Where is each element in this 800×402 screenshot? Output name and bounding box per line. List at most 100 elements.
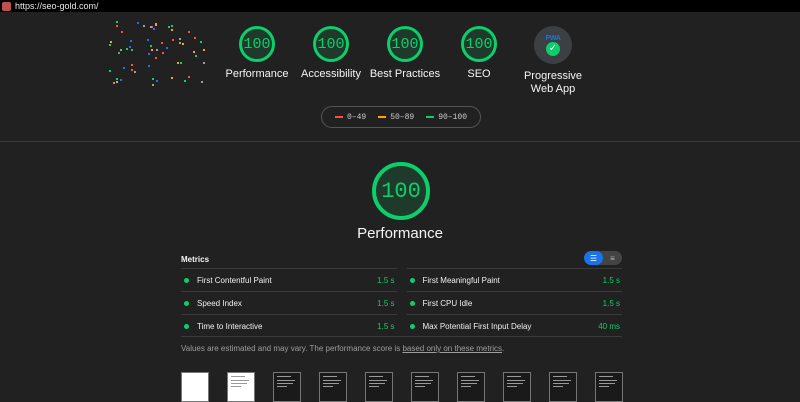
- score-ring: 100: [239, 26, 275, 62]
- checkmark-icon: ✓: [546, 41, 560, 56]
- compact-view-icon[interactable]: ☰: [584, 251, 603, 265]
- pass-dot-icon: [184, 323, 189, 329]
- frame-line: [461, 380, 479, 381]
- frame-line: [323, 383, 339, 384]
- gauge-best-practices[interactable]: 100 Best Practices: [368, 26, 442, 96]
- decorative-dot: [115, 81, 118, 84]
- decorative-dot: [171, 77, 174, 80]
- decorative-dot: [155, 48, 158, 51]
- decorative-dot: [130, 64, 133, 67]
- decorative-dot: [130, 39, 133, 42]
- gauge-performance[interactable]: 100 Performance: [220, 26, 294, 96]
- metric-name: First CPU Idle: [422, 298, 473, 308]
- filmstrip-frame: [273, 372, 301, 402]
- decorative-dot: [176, 62, 179, 65]
- metric-row: First CPU Idle 1.5 s: [406, 291, 622, 314]
- pass-dot-icon: [184, 277, 189, 283]
- legend-range: 0–49: [346, 112, 367, 122]
- gauge-seo[interactable]: 100 SEO: [442, 26, 516, 96]
- score-ring: 100: [387, 26, 423, 62]
- pass-dot-icon: [409, 277, 415, 283]
- decorative-dot: [155, 79, 158, 82]
- frame-line: [415, 386, 425, 387]
- address-bar: https://seo-gold.com/: [0, 0, 800, 12]
- metrics-view-toggle[interactable]: ☰ ≡: [584, 251, 622, 265]
- decorative-dot: [115, 21, 118, 24]
- pwa-logo: PWA: [545, 34, 561, 42]
- gauge-label: Performance: [225, 68, 289, 80]
- metric-row: Speed Index 1.5 s: [181, 291, 397, 314]
- decorative-dot: [187, 31, 190, 34]
- note-text-end: .: [502, 344, 505, 353]
- decorative-dot: [108, 69, 111, 72]
- metric-name: Max Potential First Input Delay: [422, 321, 532, 331]
- pass-dot-icon: [409, 323, 415, 329]
- pass-dot-icon: [409, 300, 415, 306]
- pass-dot-icon: [184, 300, 189, 306]
- decorative-dot: [151, 77, 154, 80]
- performance-score-ring: 100: [372, 162, 430, 220]
- pwa-badge: PWA ✓: [534, 26, 572, 64]
- decorative-dot: [147, 52, 150, 55]
- metric-value: 1.5 s: [377, 321, 395, 331]
- decorative-dot: [128, 45, 131, 48]
- decorative-dot: [182, 43, 185, 46]
- frame-line: [461, 386, 471, 387]
- filmstrip: [181, 372, 623, 402]
- decorative-dot: [150, 44, 153, 47]
- gauge-label: Best Practices: [369, 68, 441, 80]
- metrics-table: First Contentful Paint 1.5 s First Meani…: [181, 268, 622, 337]
- note-text: Values are estimated and may vary. The p…: [181, 344, 403, 353]
- metrics-divider: [181, 336, 622, 337]
- frame-line: [323, 386, 333, 387]
- legend-pass-bar: [426, 116, 435, 118]
- decorative-dot: [183, 80, 186, 83]
- gauge-accessibility[interactable]: 100 Accessibility: [294, 26, 368, 96]
- metric-name: First Contentful Paint: [197, 275, 272, 285]
- decorative-dot: [150, 25, 153, 28]
- metrics-info-link[interactable]: based only on these metrics: [402, 344, 502, 353]
- site-favicon-icon: [2, 1, 11, 11]
- decorative-dot: [192, 51, 195, 54]
- frame-line: [599, 383, 615, 384]
- category-gauges: 100 Performance 100 Accessibility 100 Be…: [220, 26, 590, 96]
- frame-line: [507, 383, 523, 384]
- frame-line: [553, 386, 563, 387]
- decorative-dot: [131, 49, 134, 52]
- filmstrip-frame: [411, 372, 439, 402]
- expanded-view-icon[interactable]: ≡: [603, 251, 622, 265]
- page-url[interactable]: https://seo-gold.com/: [15, 1, 99, 11]
- decorative-dot: [112, 81, 115, 84]
- gauge-label: SEO: [467, 68, 491, 80]
- decorative-dot: [130, 69, 133, 72]
- frame-line: [461, 383, 477, 384]
- metric-name: First Meaningful Paint: [422, 275, 500, 285]
- filmstrip-frame: [503, 372, 531, 402]
- legend-fail: 0–49: [334, 112, 367, 122]
- score-ring: 100: [461, 26, 497, 62]
- metric-value: 1.5 s: [377, 275, 395, 285]
- metric-row: Max Potential First Input Delay 40 ms: [406, 314, 622, 337]
- frame-line: [323, 380, 341, 381]
- metrics-note: Values are estimated and may vary. The p…: [181, 344, 504, 353]
- decorative-dot: [161, 52, 164, 55]
- frame-line: [277, 376, 291, 377]
- decorative-dot: [154, 24, 157, 27]
- metric-value: 1.5 s: [377, 298, 395, 308]
- metric-row: Time to Interactive 1.5 s: [181, 314, 397, 337]
- frame-line: [231, 376, 245, 377]
- filmstrip-frame: [595, 372, 623, 402]
- gauge-pwa[interactable]: PWA ✓ Progressive Web App: [516, 26, 590, 96]
- gauge-label: Progressive Web App: [524, 70, 582, 96]
- frame-line: [277, 380, 295, 381]
- frame-line: [231, 383, 247, 384]
- frame-line: [369, 386, 379, 387]
- decorative-dot: [199, 41, 202, 44]
- frame-line: [231, 380, 249, 381]
- decorative-dot: [187, 75, 190, 78]
- score-legend: 0–49 50–89 90–100: [321, 106, 481, 128]
- frame-line: [507, 386, 517, 387]
- decorative-dot: [171, 25, 174, 28]
- metric-value: 1.5 s: [602, 275, 620, 285]
- frame-line: [553, 383, 569, 384]
